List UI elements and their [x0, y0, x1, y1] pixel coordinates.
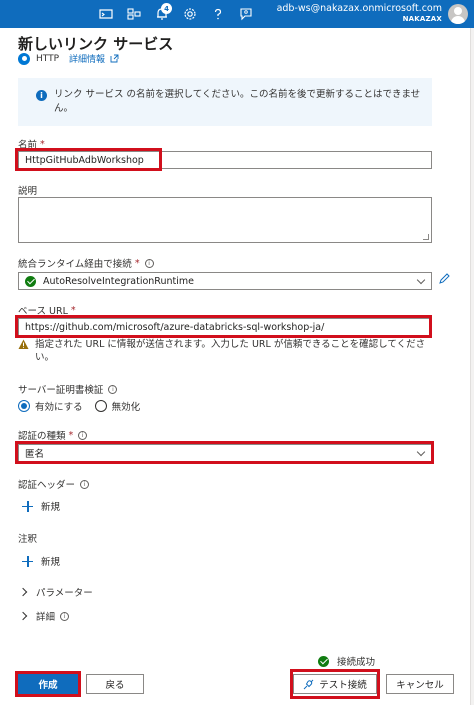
description-label: 説明: [18, 186, 38, 197]
chevron-right-icon: [18, 611, 28, 621]
back-button[interactable]: 戻る: [86, 674, 144, 694]
cert-disable-label: 無効化: [111, 402, 141, 413]
bell-icon[interactable]: 4: [148, 0, 176, 28]
cancel-button[interactable]: キャンセル: [386, 674, 454, 694]
auth-headers-label: 認証ヘッダー i: [18, 477, 90, 491]
info-icon: i: [36, 90, 47, 101]
description-textarea[interactable]: [18, 197, 432, 243]
plus-icon: [22, 555, 33, 567]
page-title: 新しいリンク サービス: [18, 35, 174, 53]
cert-enable-label: 有効にする: [35, 402, 83, 413]
advanced-expander[interactable]: 詳細 i: [18, 609, 70, 623]
cert-label: サーバー証明書検証 i: [18, 382, 118, 396]
check-icon: [25, 275, 36, 287]
http-icon: [18, 52, 30, 65]
help-icon[interactable]: [204, 0, 232, 28]
chevron-down-icon: [416, 275, 426, 285]
runtime-label: 統合ランタイム経由で接続 * i: [18, 256, 154, 270]
directory-filter-icon[interactable]: [120, 0, 148, 28]
test-connection-highlight-box: [290, 669, 380, 699]
runtime-select[interactable]: AutoResolveIntegrationRuntime: [18, 272, 432, 290]
success-check-icon: [318, 655, 329, 667]
warning-icon: [18, 339, 29, 349]
notification-badge: 4: [161, 3, 172, 14]
external-link-icon: [110, 54, 119, 63]
create-highlight-box: [15, 671, 81, 697]
chevron-right-icon: [18, 587, 28, 597]
avatar[interactable]: [448, 4, 468, 24]
add-annotation-button[interactable]: 新規: [22, 554, 60, 568]
name-highlight-box: [15, 148, 162, 171]
add-auth-header-button[interactable]: 新規: [22, 499, 60, 513]
info-circle-icon: i: [60, 611, 70, 621]
connection-status: 接続成功: [318, 654, 375, 668]
top-bar: 4 adb-ws@nakazax.onmicrosoft.com NAKAZAX: [0, 0, 474, 28]
base-url-warning: 指定された URL に情報が送信されます。入力した URL が信頼できることを確…: [18, 338, 438, 364]
protocol-label: HTTP: [36, 53, 60, 64]
account-info[interactable]: adb-ws@nakazax.onmicrosoft.com NAKAZAX: [277, 3, 442, 25]
info-circle-icon: i: [144, 258, 154, 268]
cert-disable-radio[interactable]: [94, 400, 107, 412]
info-circle-icon: i: [108, 384, 118, 394]
top-bar-icons: 4: [92, 0, 260, 28]
info-text: リンク サービス の名前を選択してください。この名前を後で更新することはできませ…: [54, 89, 421, 114]
base-url-highlight-box: [15, 315, 432, 338]
auth-label: 認証の種類 * i: [18, 428, 88, 442]
header-subrow: HTTP 詳細情報: [18, 52, 119, 65]
plus-icon: [22, 500, 33, 512]
runtime-value: AutoResolveIntegrationRuntime: [43, 275, 194, 287]
info-message: i リンク サービス の名前を選択してください。この名前を後で更新することはでき…: [18, 78, 432, 126]
info-circle-icon: i: [80, 479, 90, 489]
cert-enable-radio[interactable]: [18, 400, 30, 412]
auth-highlight-box: [15, 441, 434, 464]
info-circle-icon: i: [78, 430, 88, 440]
parameters-expander[interactable]: パラメーター: [18, 585, 93, 599]
annotations-label: 注釈: [18, 534, 38, 545]
learn-more-link[interactable]: 詳細情報: [69, 52, 105, 65]
cert-radio-group: 有効にする 無効化: [18, 399, 152, 413]
account-tenant: NAKAZAX: [402, 15, 442, 23]
account-email: adb-ws@nakazax.onmicrosoft.com: [276, 3, 442, 14]
gear-icon[interactable]: [176, 0, 204, 28]
edit-pencil-icon[interactable]: [438, 273, 450, 285]
cloud-shell-icon[interactable]: [92, 0, 120, 28]
panel-scrollbar[interactable]: [470, 28, 474, 705]
feedback-icon[interactable]: [232, 0, 260, 28]
